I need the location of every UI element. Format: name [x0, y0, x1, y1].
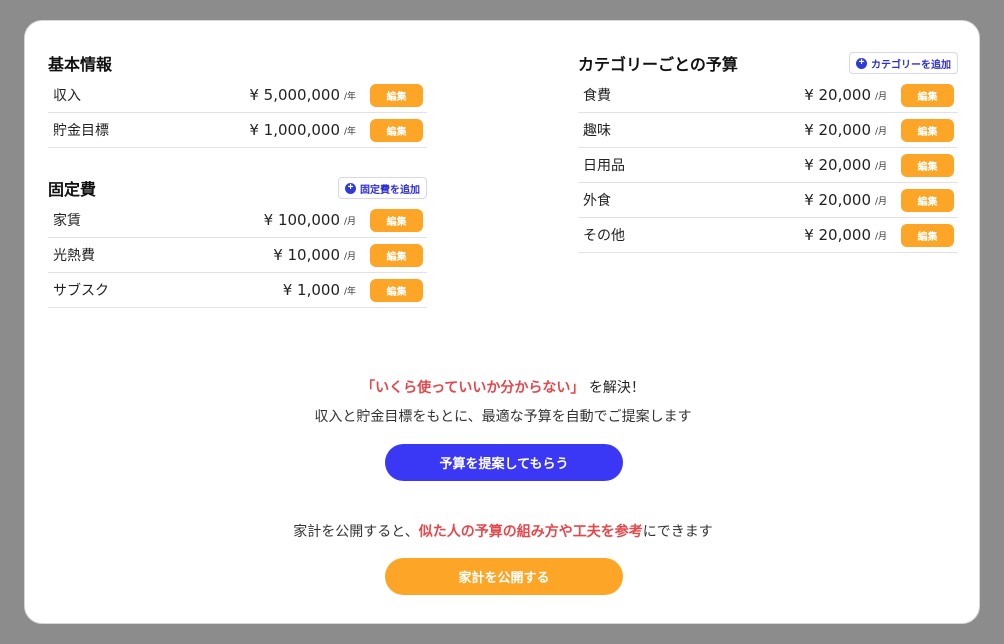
savings-goal-amount: ¥ 1,000,000	[249, 121, 340, 139]
fixed-costs-section: 固定費 + 固定費を追加 家賃 ¥ 100,000 /月 編集 光熱費 ¥ 10…	[48, 173, 427, 308]
add-fixed-cost-label: 固定費を追加	[360, 184, 420, 196]
category-unit: /月	[875, 196, 888, 207]
suggest-headline-after: を解決！	[588, 380, 645, 396]
income-unit: /年	[344, 91, 357, 102]
add-category-button[interactable]: + カテゴリーを追加	[849, 52, 958, 74]
category-amount: ¥ 20,000	[804, 156, 871, 174]
publish-highlight: 似た人の予算の組み方や工夫を参考	[418, 524, 643, 540]
category-budget-header: カテゴリーごとの予算 + カテゴリーを追加	[578, 48, 958, 78]
basic-info-header: 基本情報	[48, 48, 427, 78]
publish-before: 家計を公開すると、	[293, 524, 419, 540]
category-amount: ¥ 20,000	[804, 226, 871, 244]
category-budget-title: カテゴリーごとの予算	[578, 55, 738, 74]
income-amount: ¥ 5,000,000	[249, 86, 340, 104]
subscription-amount: ¥ 1,000	[282, 281, 340, 299]
category-unit: /月	[875, 126, 888, 137]
category-row-hobby: 趣味 ¥ 20,000 /月 編集	[578, 113, 958, 148]
savings-goal-unit: /年	[344, 126, 357, 137]
category-label: 食費	[583, 88, 611, 104]
subscription-label: サブスク	[53, 283, 109, 299]
utilities-row: 光熱費 ¥ 10,000 /月 編集	[48, 238, 427, 273]
suggest-highlight: 「いくら使っていいか分からない」	[361, 380, 585, 396]
add-category-label: カテゴリーを追加	[871, 59, 951, 71]
fixed-costs-header: 固定費 + 固定費を追加	[48, 173, 427, 203]
subscription-unit: /年	[344, 286, 357, 297]
category-row-eating-out: 外食 ¥ 20,000 /月 編集	[578, 183, 958, 218]
publish-description: 家計を公開すると、似た人の予算の組み方や工夫を参考にできます	[25, 521, 981, 541]
suggest-budget-button[interactable]: 予算を提案してもらう	[385, 444, 623, 481]
suggest-description: 収入と貯金目標をもとに、最適な予算を自動でご提案します	[314, 409, 692, 425]
income-edit-button[interactable]: 編集	[370, 83, 423, 107]
subscription-row: サブスク ¥ 1,000 /年 編集	[48, 273, 427, 308]
utilities-label: 光熱費	[53, 248, 95, 264]
subscription-edit-button[interactable]: 編集	[370, 278, 423, 302]
savings-goal-edit-button[interactable]: 編集	[370, 118, 423, 142]
category-amount: ¥ 20,000	[804, 86, 871, 104]
category-edit-button[interactable]: 編集	[901, 188, 954, 212]
utilities-unit: /月	[344, 251, 357, 262]
publish-household-button[interactable]: 家計を公開する	[385, 558, 623, 595]
category-row-daily-goods: 日用品 ¥ 20,000 /月 編集	[578, 148, 958, 183]
basic-info-section: 基本情報 収入 ¥ 5,000,000 /年 編集 貯金目標 ¥ 1,000,0…	[48, 48, 427, 148]
category-label: 外食	[583, 193, 611, 209]
rent-edit-button[interactable]: 編集	[370, 208, 423, 232]
rent-label: 家賃	[53, 213, 81, 229]
basic-info-title: 基本情報	[48, 55, 113, 74]
category-edit-button[interactable]: 編集	[901, 153, 954, 177]
suggest-headline: 「いくら使っていいか分からない」 を解決！	[25, 377, 981, 397]
category-amount: ¥ 20,000	[804, 121, 871, 139]
rent-amount: ¥ 100,000	[263, 211, 340, 229]
plus-icon: +	[856, 57, 867, 69]
budget-card: 基本情報 収入 ¥ 5,000,000 /年 編集 貯金目標 ¥ 1,000,0…	[24, 20, 980, 624]
rent-unit: /月	[344, 216, 357, 227]
income-row: 収入 ¥ 5,000,000 /年 編集	[48, 78, 427, 113]
income-label: 収入	[53, 88, 81, 104]
category-edit-button[interactable]: 編集	[901, 118, 954, 142]
savings-goal-row: 貯金目標 ¥ 1,000,000 /年 編集	[48, 113, 427, 148]
category-unit: /月	[875, 91, 888, 102]
plus-icon: +	[345, 182, 356, 194]
category-label: 日用品	[583, 158, 625, 174]
utilities-amount: ¥ 10,000	[273, 246, 340, 264]
category-edit-button[interactable]: 編集	[901, 223, 954, 247]
category-row-food: 食費 ¥ 20,000 /月 編集	[578, 78, 958, 113]
fixed-costs-title: 固定費	[48, 180, 97, 199]
add-fixed-cost-button[interactable]: + 固定費を追加	[338, 177, 427, 199]
category-row-other: その他 ¥ 20,000 /月 編集	[578, 218, 958, 253]
savings-goal-label: 貯金目標	[53, 123, 109, 139]
category-edit-button[interactable]: 編集	[901, 83, 954, 107]
category-unit: /月	[875, 231, 888, 242]
rent-row: 家賃 ¥ 100,000 /月 編集	[48, 203, 427, 238]
category-unit: /月	[875, 161, 888, 172]
category-amount: ¥ 20,000	[804, 191, 871, 209]
category-budget-section: カテゴリーごとの予算 + カテゴリーを追加 食費 ¥ 20,000 /月 編集 …	[578, 48, 958, 253]
publish-after: にできます	[642, 524, 713, 540]
utilities-edit-button[interactable]: 編集	[370, 243, 423, 267]
category-label: 趣味	[583, 123, 611, 139]
category-label: その他	[583, 228, 625, 244]
